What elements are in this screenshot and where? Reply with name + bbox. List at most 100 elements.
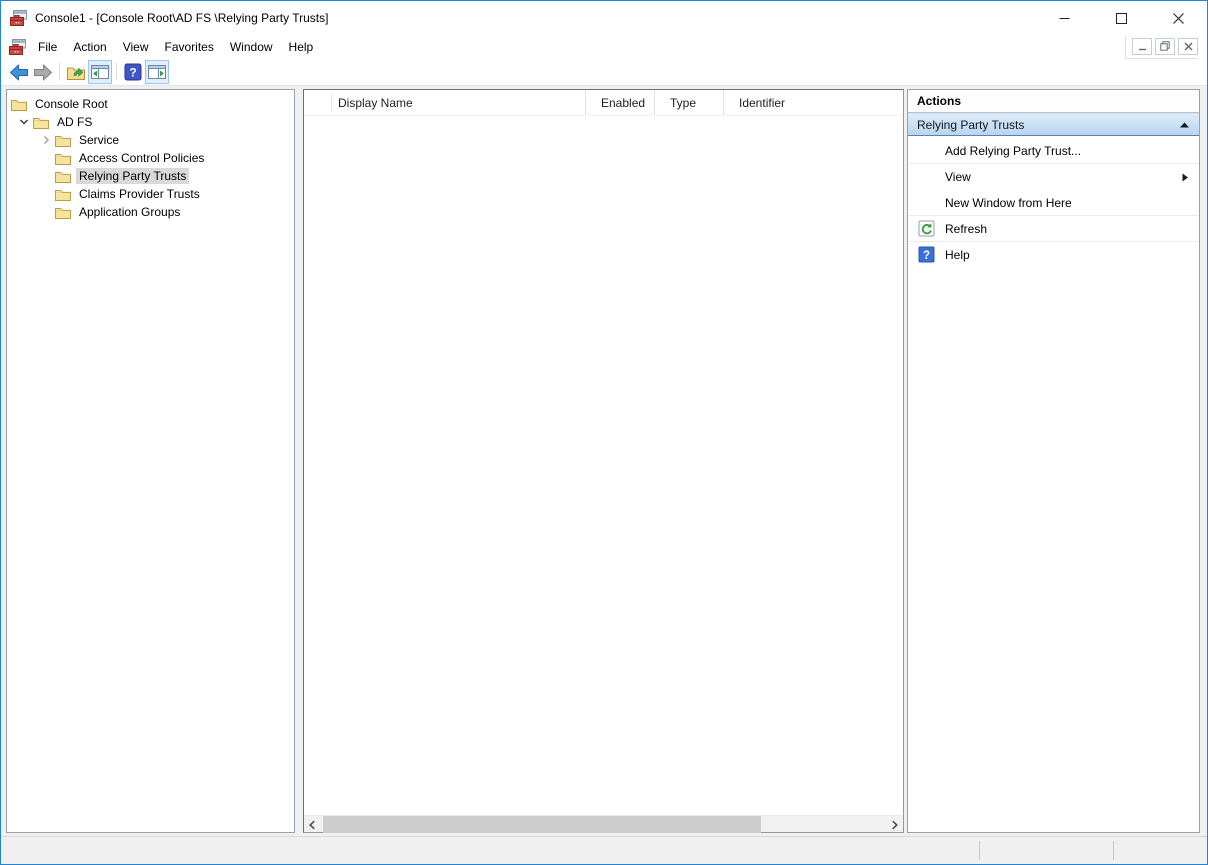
child-restore-button[interactable]: [1155, 38, 1175, 55]
tree-item-console-root[interactable]: Console Root: [7, 95, 294, 113]
menu-items: FileActionViewFavoritesWindowHelp: [30, 37, 321, 57]
window-title: Console1 - [Console Root\AD FS \Relying …: [35, 11, 328, 25]
content-area: Console Root AD FS ServiceAccess Control P…: [1, 86, 1207, 836]
submenu-right-triangle-icon: [1181, 172, 1189, 183]
results-list-panel: Display NameEnabledTypeIdentifier: [303, 89, 904, 833]
folder-icon: [55, 170, 71, 183]
action-group-label: Relying Party Trusts: [917, 118, 1179, 132]
scroll-right-arrow-icon[interactable]: [886, 816, 903, 833]
tree-item-access-control-policies[interactable]: Access Control Policies: [7, 149, 294, 167]
help-button[interactable]: ?: [121, 60, 145, 84]
chevron-down-icon[interactable]: [15, 113, 33, 131]
tree-item-relying-party-trusts[interactable]: Relying Party Trusts: [7, 167, 294, 185]
action-new-window-from-here[interactable]: New Window from Here: [908, 190, 1199, 216]
forward-button[interactable]: [31, 60, 55, 84]
back-button[interactable]: [7, 60, 31, 84]
tree-item-label: Console Root: [32, 96, 111, 112]
menu-item-file[interactable]: File: [30, 37, 65, 57]
tree-item-application-groups[interactable]: Application Groups: [7, 203, 294, 221]
menu-item-favorites[interactable]: Favorites: [157, 37, 222, 57]
toolbar: ?: [1, 59, 1207, 86]
child-close-button[interactable]: [1178, 38, 1198, 55]
column-header-identifier[interactable]: Identifier: [723, 90, 903, 115]
help-toolbar-icon: ?: [124, 63, 142, 81]
scrollbar-thumb[interactable]: [323, 816, 761, 833]
expander-spacer: [37, 167, 55, 185]
action-help[interactable]: ? Help: [908, 242, 1199, 268]
action-label: Refresh: [945, 222, 987, 236]
tree-item-claims-provider-trusts[interactable]: Claims Provider Trusts: [7, 185, 294, 203]
column-header-display-name[interactable]: Display Name: [332, 90, 585, 115]
mmc-toolbox-icon: [10, 10, 27, 26]
forward-arrow-icon: [33, 64, 53, 81]
window-controls: [1036, 1, 1207, 35]
tree-item-label: Service: [76, 132, 122, 148]
show-hide-action-pane-button[interactable]: [145, 60, 169, 84]
expander-spacer: [37, 149, 55, 167]
tree-item-ad-fs[interactable]: AD FS: [7, 113, 294, 131]
minimize-button[interactable]: [1036, 1, 1093, 35]
svg-text:?: ?: [129, 66, 136, 80]
expander-spacer: [37, 203, 55, 221]
status-bar-divider: [979, 841, 980, 860]
folder-icon: [55, 152, 71, 165]
action-add-relying-party-trust[interactable]: Add Relying Party Trust...: [908, 138, 1199, 164]
column-header-enabled[interactable]: Enabled: [585, 90, 654, 115]
tree-item-label: Claims Provider Trusts: [76, 186, 203, 202]
action-items: Add Relying Party Trust... View New Window…: [908, 136, 1199, 268]
show-hide-console-tree-button[interactable]: [88, 60, 112, 84]
status-bar: [1, 836, 1207, 864]
mdi-window-controls: [1125, 36, 1198, 59]
action-label: New Window from Here: [945, 196, 1072, 210]
folder-up-arrow-icon: [66, 64, 86, 81]
action-label: Help: [945, 248, 970, 262]
status-bar-divider: [1113, 841, 1114, 860]
actions-panel-title: Actions: [908, 90, 1199, 113]
collapse-up-triangle-icon[interactable]: [1179, 118, 1190, 132]
refresh-icon: [918, 220, 935, 237]
tree-item-label: Relying Party Trusts: [76, 168, 189, 184]
svg-text:?: ?: [923, 250, 930, 262]
menu-item-window[interactable]: Window: [222, 37, 281, 57]
tree-item-service[interactable]: Service: [7, 131, 294, 149]
close-button[interactable]: [1150, 1, 1207, 35]
help-icon: ?: [918, 246, 935, 263]
list-body: [304, 116, 903, 815]
toolbar-separator: [59, 63, 60, 81]
child-minimize-button[interactable]: [1132, 38, 1152, 55]
menu-bar: FileActionViewFavoritesWindowHelp: [1, 35, 1207, 59]
tree-item-label: AD FS: [54, 114, 95, 130]
toolbar-separator: [116, 63, 117, 81]
folder-icon: [55, 134, 71, 147]
mmc-console-icon: [9, 39, 26, 55]
console-tree-icon: [90, 64, 110, 80]
mmc-window: Console1 - [Console Root\AD FS \Relying …: [0, 0, 1208, 865]
action-refresh[interactable]: Refresh: [908, 216, 1199, 242]
action-group-relying-party-trusts[interactable]: Relying Party Trusts: [908, 113, 1199, 136]
folder-icon: [55, 206, 71, 219]
action-view[interactable]: View: [908, 164, 1199, 190]
action-label: Add Relying Party Trust...: [945, 144, 1081, 158]
list-column-headers: Display NameEnabledTypeIdentifier: [304, 90, 903, 116]
menu-item-view[interactable]: View: [115, 37, 157, 57]
menu-item-action[interactable]: Action: [65, 37, 114, 57]
action-label: View: [945, 170, 971, 184]
folder-icon: [11, 98, 27, 111]
maximize-button[interactable]: [1093, 1, 1150, 35]
title-bar: Console1 - [Console Root\AD FS \Relying …: [1, 1, 1207, 35]
action-pane-icon: [147, 64, 167, 80]
tree-item-label: Application Groups: [76, 204, 183, 220]
back-arrow-icon: [9, 64, 29, 81]
folder-icon: [33, 116, 49, 129]
column-header-icon-spacer: [304, 94, 332, 111]
up-one-level-button[interactable]: [64, 60, 88, 84]
column-header-type[interactable]: Type: [654, 90, 723, 115]
expander-spacer: [37, 185, 55, 203]
chevron-right-icon[interactable]: [37, 131, 55, 149]
scroll-left-arrow-icon[interactable]: [304, 816, 321, 833]
menu-item-help[interactable]: Help: [281, 37, 322, 57]
folder-icon: [55, 188, 71, 201]
horizontal-scrollbar[interactable]: [304, 815, 903, 832]
actions-panel: Actions Relying Party Trusts Add Relying…: [907, 89, 1200, 833]
console-tree-panel: Console Root AD FS ServiceAccess Control P…: [6, 89, 295, 833]
